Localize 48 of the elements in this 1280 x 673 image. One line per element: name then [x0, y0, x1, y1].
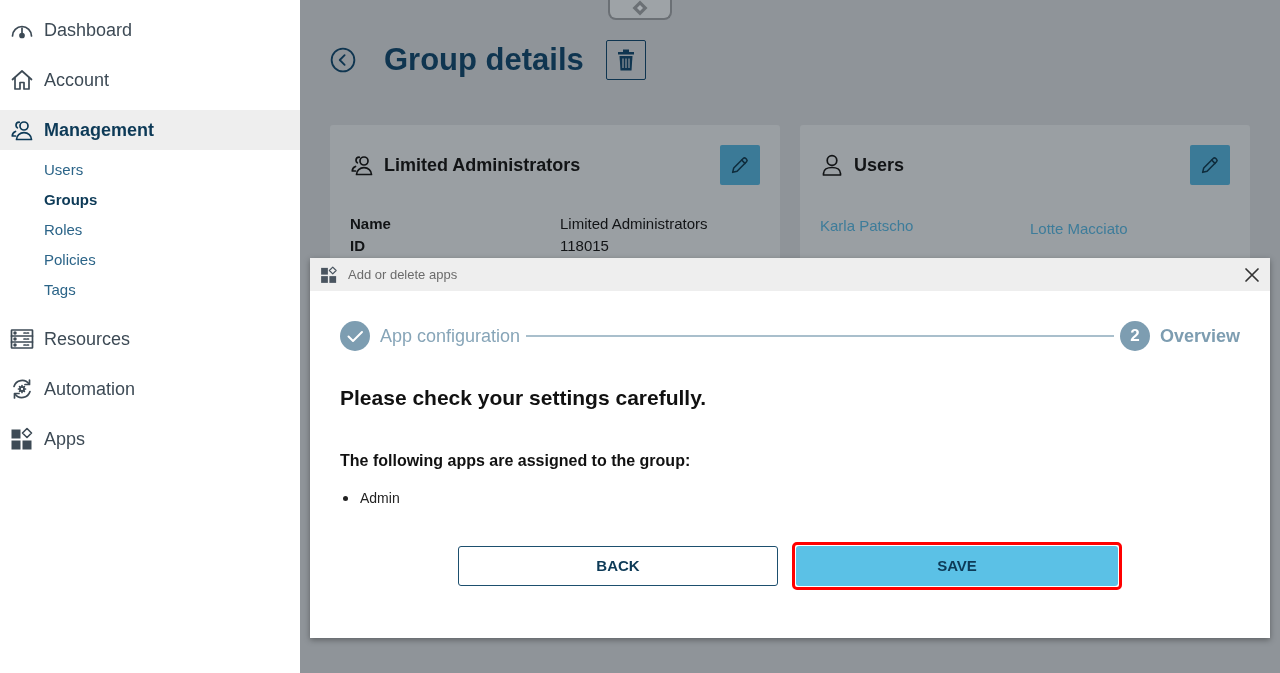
field-value: Limited Administrators	[560, 214, 708, 234]
gear-cycle-icon	[10, 377, 34, 401]
sidebar-subitem[interactable]: Roles	[42, 215, 85, 245]
sidebar-item[interactable]: Dashboard	[0, 10, 300, 50]
delete-button[interactable]	[605, 40, 646, 80]
sidebar-subitem[interactable]: Policies	[42, 245, 98, 275]
dialog-title: Add or delete apps	[348, 265, 458, 284]
dialog-heading: Please check your settings carefully.	[340, 385, 708, 411]
page-title: Group details	[384, 41, 584, 79]
sidebar-subitem[interactable]: Groups	[42, 185, 100, 215]
edit-button[interactable]	[720, 145, 760, 185]
card-title: Limited Administrators	[384, 153, 581, 177]
field-label: Name	[350, 214, 391, 234]
sidebar-item[interactable]: Management	[0, 110, 300, 150]
house-icon	[10, 68, 34, 92]
trash-icon	[615, 49, 636, 71]
back-circle-icon	[330, 47, 356, 73]
field-label: ID	[350, 236, 365, 256]
back-button[interactable]: BACK	[458, 546, 778, 586]
bullet-icon	[343, 495, 348, 501]
step-number: 2	[1119, 321, 1150, 351]
sidebar-subitem[interactable]: Users	[42, 155, 86, 185]
sidebar-item[interactable]: Automation	[0, 369, 300, 409]
field-value: 118015	[560, 236, 609, 256]
diamond-icon	[632, 0, 648, 16]
handle-tab[interactable]	[608, 0, 672, 20]
pencil-icon	[1199, 154, 1221, 176]
sidebar-subitem[interactable]: Tags	[42, 275, 78, 305]
person-icon	[820, 153, 844, 177]
blocks-icon	[320, 265, 338, 284]
dialog-subheading: The following apps are assigned to the group:	[340, 451, 692, 471]
card-title: Users	[854, 153, 905, 177]
people-icon	[10, 118, 34, 142]
people-icon	[350, 153, 374, 177]
step-label: App configuration	[380, 324, 521, 348]
save-button[interactable]: SAVE	[796, 546, 1118, 586]
edit-button[interactable]	[1190, 145, 1230, 185]
sidebar-item[interactable]: Account	[0, 60, 300, 100]
blocks-icon	[10, 427, 34, 451]
sidebar-item[interactable]: Resources	[0, 319, 300, 359]
app-item: Admin	[360, 488, 400, 508]
close-icon	[1244, 266, 1260, 283]
server-icon	[10, 327, 34, 351]
sidebar-item[interactable]: Apps	[0, 419, 300, 459]
step-label: Overview	[1159, 324, 1240, 348]
back-button[interactable]	[330, 47, 356, 73]
close-button[interactable]	[1244, 266, 1260, 283]
pencil-icon	[729, 154, 751, 176]
